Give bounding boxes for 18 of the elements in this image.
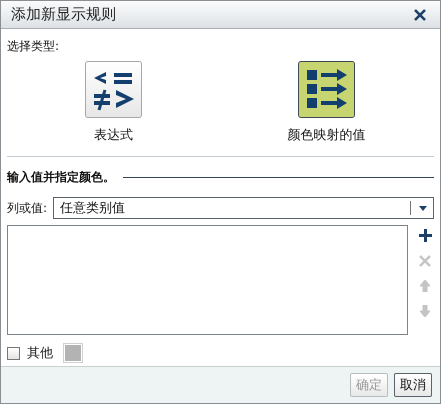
list-arrows-icon	[304, 68, 348, 112]
cancel-button[interactable]: 取消	[394, 373, 432, 397]
add-icon[interactable]	[418, 229, 432, 242]
type-label: 表达式	[94, 127, 133, 144]
expression-type-button[interactable]	[85, 61, 142, 118]
section-label: 选择类型:	[7, 38, 60, 55]
column-label: 列或值:	[7, 200, 48, 216]
column-dropdown[interactable]: 任意类别值	[53, 197, 434, 219]
window-title: 添加新显示规则	[11, 5, 116, 24]
color-picker[interactable]	[63, 343, 83, 363]
section-heading: 输入值并指定颜色。	[7, 169, 115, 186]
color-map-type-button[interactable]	[298, 61, 355, 118]
type-label: 颜色映射的值	[288, 127, 366, 144]
close-icon[interactable]	[414, 8, 426, 20]
checkbox-label: 其他	[27, 345, 53, 362]
dropdown-arrow-icon	[419, 206, 427, 210]
values-list[interactable]	[7, 225, 408, 335]
other-checkbox[interactable]	[7, 346, 20, 360]
